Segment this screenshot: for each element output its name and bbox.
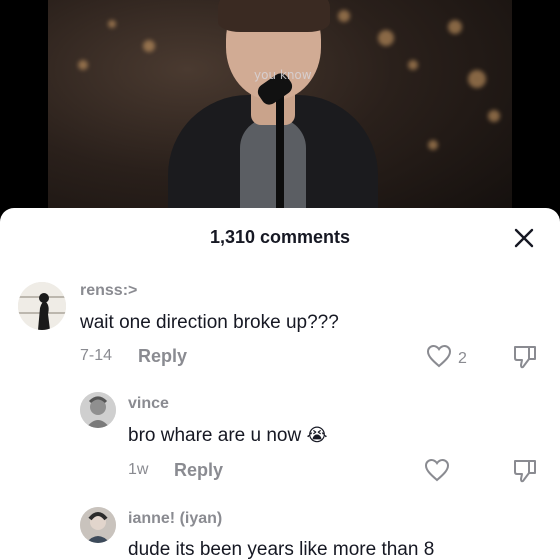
avatar[interactable] bbox=[80, 507, 116, 543]
comment-username[interactable]: vince bbox=[128, 395, 169, 413]
video-frame: you know bbox=[48, 0, 512, 232]
comment-item: renss:> wait one direction broke up??? 7… bbox=[0, 266, 560, 376]
comments-header: 1,310 comments bbox=[0, 208, 560, 266]
close-icon[interactable] bbox=[512, 226, 536, 250]
performer-hair bbox=[218, 0, 330, 32]
comment-text: dude its been years like more than 8 bbox=[128, 539, 435, 560]
comment-count-title: 1,310 comments bbox=[209, 227, 351, 247]
like-button[interactable] bbox=[424, 458, 456, 487]
reply-button[interactable]: Reply bbox=[174, 460, 223, 481]
avatar[interactable] bbox=[18, 282, 66, 330]
thumbs-down-icon[interactable] bbox=[512, 458, 538, 489]
comments-sheet: 1,310 comments renss:> wait one directio… bbox=[0, 208, 560, 560]
heart-outline-icon bbox=[424, 458, 450, 487]
like-button[interactable]: 2 bbox=[426, 344, 467, 373]
comment-text: wait one direction broke up??? bbox=[80, 312, 339, 333]
like-count: 2 bbox=[458, 349, 467, 367]
thumbs-down-icon[interactable] bbox=[512, 344, 538, 375]
comment-date: 1w bbox=[128, 461, 149, 478]
lyric-overlay: you know bbox=[254, 68, 312, 82]
video-player[interactable]: you know bbox=[0, 0, 560, 232]
reply-comment-item: vince bro whare are u now 😭 1w Reply bbox=[0, 388, 560, 488]
avatar[interactable] bbox=[80, 392, 116, 428]
reply-button[interactable]: Reply bbox=[138, 346, 187, 367]
comment-date: 7-14 bbox=[80, 347, 113, 364]
crying-face-emoji: 😭 bbox=[306, 425, 328, 446]
comment-username[interactable]: ianne! (iyan) bbox=[128, 510, 222, 528]
comment-username[interactable]: renss:> bbox=[80, 282, 137, 300]
heart-outline-icon bbox=[426, 344, 452, 373]
reply-comment-item: ianne! (iyan) dude its been years like m… bbox=[0, 502, 560, 560]
comment-text: bro whare are u now 😭 bbox=[128, 425, 328, 446]
